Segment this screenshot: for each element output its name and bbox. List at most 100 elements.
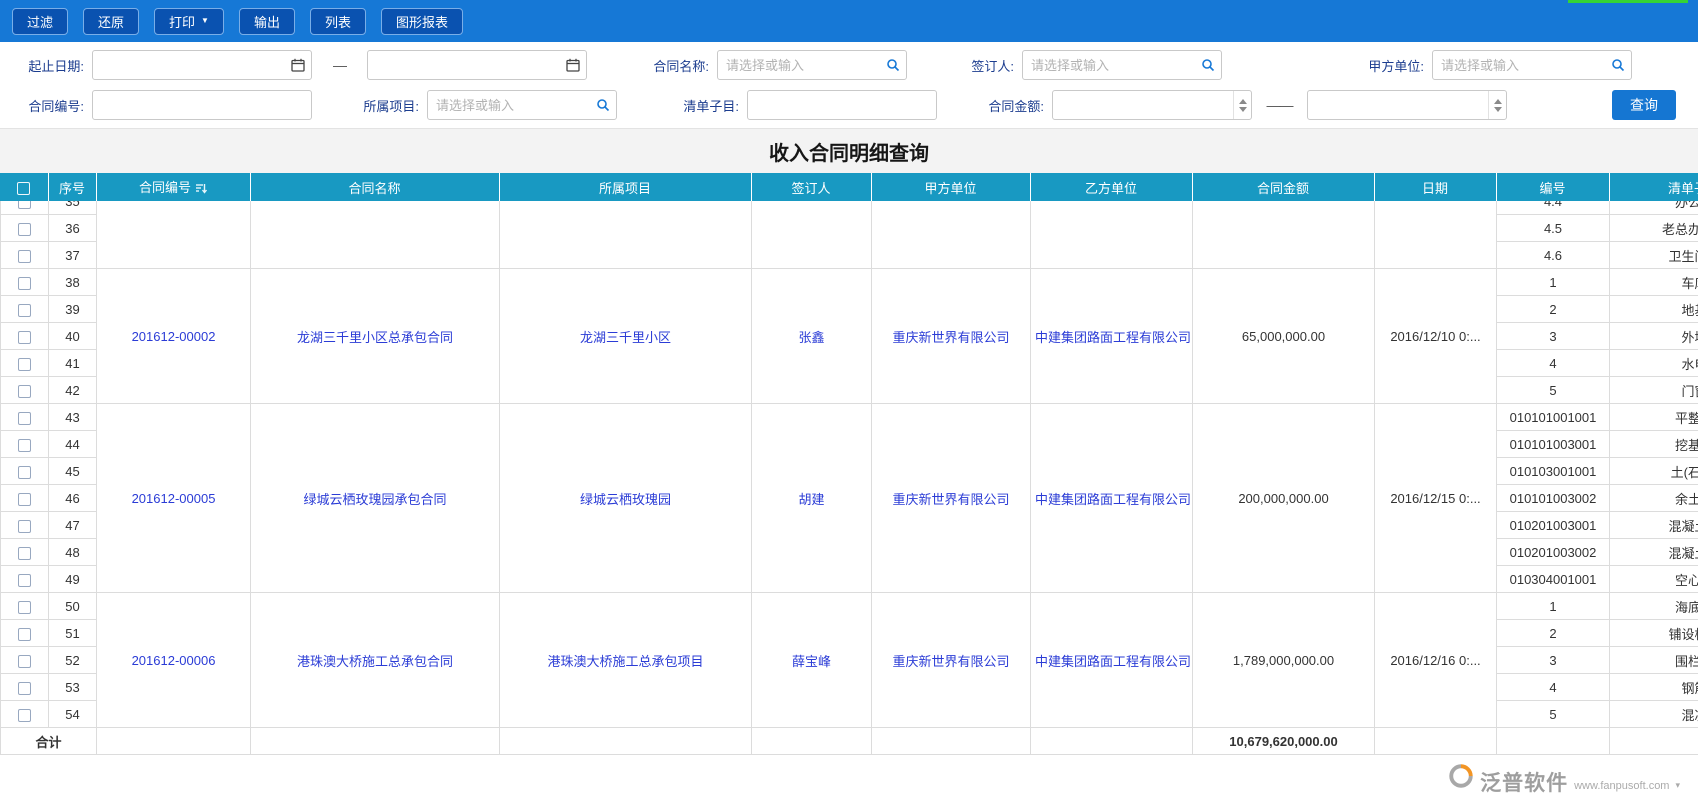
row-checkbox[interactable] — [18, 573, 31, 587]
contract-project[interactable]: 龙湖三千里小区 — [499, 268, 752, 404]
contract-name[interactable]: 龙湖三千里小区总承包合同 — [250, 268, 500, 404]
row-seq: 53 — [48, 673, 97, 701]
row-checkbox-cell — [0, 457, 49, 485]
item-name: 混凝 — [1609, 700, 1698, 728]
table-body: 354.4办公室364.5老总办公室374.6卫生间成38201612-0000… — [0, 201, 1698, 755]
amount-stepper[interactable] — [1488, 91, 1506, 119]
row-checkbox[interactable] — [18, 627, 31, 641]
search-icon[interactable] — [1605, 51, 1631, 79]
row-checkbox[interactable] — [18, 681, 31, 695]
row-checkbox[interactable] — [18, 276, 31, 290]
filter-button[interactable]: 过滤 — [12, 7, 69, 35]
calendar-icon[interactable] — [560, 51, 586, 79]
col-contract-no[interactable]: 合同编号 — [96, 173, 251, 201]
stepper-down-icon[interactable] — [1493, 106, 1502, 112]
row-seq: 51 — [48, 619, 97, 647]
item-no: 1 — [1496, 592, 1610, 620]
contract-no[interactable]: 201612-00006 — [96, 592, 251, 728]
item-name: 混凝土浇 — [1609, 511, 1698, 539]
row-checkbox[interactable] — [18, 303, 31, 317]
fanpu-watermark[interactable]: 泛普软件 www.fanpusoft.com ▾ — [1448, 763, 1680, 794]
end-date-input[interactable] — [367, 50, 587, 80]
row-checkbox[interactable] — [18, 357, 31, 371]
print-button[interactable]: 打印 ▼ — [154, 7, 224, 35]
contract-party-a[interactable]: 重庆新世界有限公司 — [871, 592, 1031, 728]
row-checkbox[interactable] — [18, 249, 31, 263]
contract-signer[interactable]: 胡建 — [751, 403, 872, 593]
contract-party-a[interactable]: 重庆新世界有限公司 — [871, 268, 1031, 404]
amount-stepper[interactable] — [1233, 91, 1251, 119]
date-range-dash: — — [333, 57, 347, 73]
contract-no[interactable]: 201612-00005 — [96, 403, 251, 593]
item-no: 4.4 — [1496, 201, 1610, 215]
row-checkbox[interactable] — [18, 330, 31, 344]
list-button-label: 列表 — [324, 14, 351, 30]
contract-name[interactable]: 港珠澳大桥施工总承包合同 — [250, 592, 500, 728]
amount-max-field — [1307, 90, 1507, 120]
signer-input[interactable] — [1022, 50, 1222, 80]
row-seq: 49 — [48, 565, 97, 593]
contract-name-input[interactable] — [717, 50, 907, 80]
contract-party-a[interactable]: 重庆新世界有限公司 — [871, 403, 1031, 593]
contract-party-b[interactable]: 中建集团路面工程有限公司 — [1030, 268, 1193, 404]
contract-party-b[interactable]: 中建集团路面工程有限公司 — [1030, 403, 1193, 593]
row-checkbox[interactable] — [18, 201, 31, 209]
item-no: 010103001001 — [1496, 457, 1610, 485]
search-icon[interactable] — [1195, 51, 1221, 79]
total-empty-cell — [1609, 727, 1698, 755]
header-row: 序号 合同编号 合同名称 所属项目 签订人 甲方单位 乙方单位 合同金额 日期 … — [0, 173, 1698, 201]
total-empty-cell — [96, 727, 251, 755]
chart-report-button[interactable]: 图形报表 — [381, 7, 464, 35]
amount-min-input[interactable] — [1052, 90, 1252, 120]
row-checkbox[interactable] — [18, 384, 31, 398]
item-no: 4.5 — [1496, 214, 1610, 242]
amount-max-input[interactable] — [1307, 90, 1507, 120]
stepper-up-icon[interactable] — [1238, 98, 1247, 104]
contract-no-input[interactable] — [92, 90, 312, 120]
list-button[interactable]: 列表 — [309, 7, 366, 35]
item-no: 010201003001 — [1496, 511, 1610, 539]
list-item-input[interactable] — [747, 90, 937, 120]
sort-icon[interactable] — [196, 182, 208, 197]
row-seq: 48 — [48, 538, 97, 566]
contract-signer[interactable]: 张鑫 — [751, 268, 872, 404]
stepper-up-icon[interactable] — [1493, 98, 1502, 104]
chevron-down-icon: ▼ — [201, 16, 209, 25]
table-body-viewport[interactable]: 354.4办公室364.5老总办公室374.6卫生间成38201612-0000… — [0, 201, 1698, 755]
select-all-checkbox[interactable] — [17, 181, 31, 195]
reset-button[interactable]: 还原 — [83, 7, 140, 35]
row-checkbox[interactable] — [18, 222, 31, 236]
contract-no[interactable]: 201612-00002 — [96, 268, 251, 404]
item-no: 5 — [1496, 700, 1610, 728]
search-icon[interactable] — [590, 91, 616, 119]
project-input[interactable] — [427, 90, 617, 120]
contract-name[interactable]: 绿城云栖玫瑰园承包合同 — [250, 403, 500, 593]
watermark-url[interactable]: www.fanpusoft.com — [1574, 780, 1669, 794]
contract-party-b[interactable]: 中建集团路面工程有限公司 — [1030, 592, 1193, 728]
row-checkbox[interactable] — [18, 411, 31, 425]
row-checkbox[interactable] — [18, 492, 31, 506]
row-checkbox[interactable] — [18, 519, 31, 533]
row-checkbox[interactable] — [18, 654, 31, 668]
item-no: 1 — [1496, 268, 1610, 296]
item-name: 土(石)方 — [1609, 457, 1698, 485]
stepper-down-icon[interactable] — [1238, 106, 1247, 112]
watermark-caret-icon[interactable]: ▾ — [1675, 780, 1680, 794]
row-checkbox[interactable] — [18, 438, 31, 452]
row-checkbox-cell — [0, 268, 49, 296]
contract-project[interactable]: 绿城云栖玫瑰园 — [499, 403, 752, 593]
search-icon[interactable] — [880, 51, 906, 79]
row-checkbox[interactable] — [18, 600, 31, 614]
row-checkbox[interactable] — [18, 465, 31, 479]
row-checkbox[interactable] — [18, 708, 31, 722]
query-button[interactable]: 查询 — [1612, 90, 1676, 120]
page-title: 收入合同明细查询 — [769, 142, 929, 165]
start-date-input[interactable] — [92, 50, 312, 80]
row-checkbox-cell — [0, 349, 49, 377]
export-button[interactable]: 输出 — [238, 7, 295, 35]
contract-signer[interactable]: 薛宝峰 — [751, 592, 872, 728]
party-a-input[interactable] — [1432, 50, 1632, 80]
calendar-icon[interactable] — [285, 51, 311, 79]
row-checkbox[interactable] — [18, 546, 31, 560]
contract-project[interactable]: 港珠澳大桥施工总承包项目 — [499, 592, 752, 728]
